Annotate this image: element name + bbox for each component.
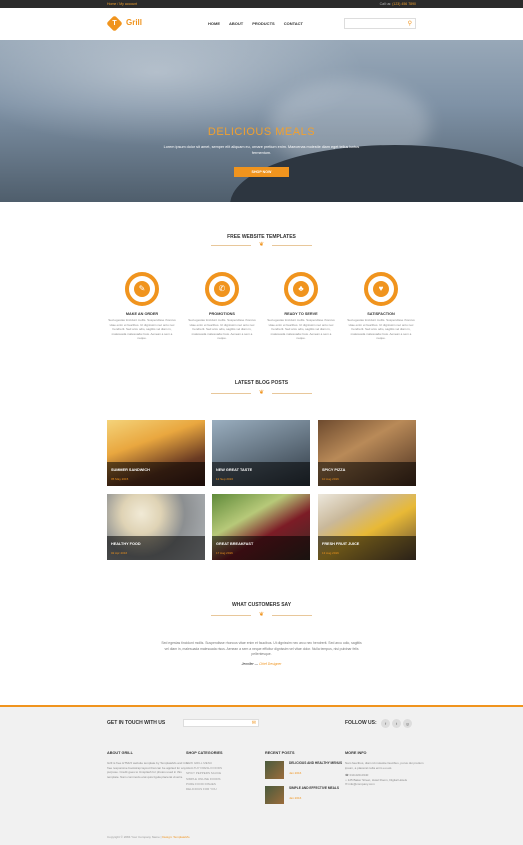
google-plus-icon[interactable]: g <box>403 719 412 728</box>
post-date: 10 Aug 2016 <box>322 477 339 481</box>
feature-satisfaction: ♥ SATISFACTION Sed egestas tincidunt mol… <box>346 272 416 341</box>
footer-about: ABOUT GRILL Grill is free HTML5 website … <box>107 751 189 779</box>
megaphone-icon: ✆ <box>205 272 239 306</box>
post-date: 12 Sep 2016 <box>216 477 234 481</box>
post-title[interactable]: SUMMER SANDWICH <box>111 468 150 472</box>
site-header: T Grill HOME ABOUT PRODUCTS CONTACT ⚲ <box>0 8 523 40</box>
email-line[interactable]: ✉ info@company.com <box>345 782 427 787</box>
recent-post-title[interactable]: SIMPLE AND EFFECTIVE MEALS <box>289 786 339 790</box>
post-title[interactable]: NEW GREAT TASTE <box>216 468 252 472</box>
recent-post-title[interactable]: DELICIOUS AND HEALTHY MENUS <box>289 761 342 765</box>
blog-post-tile[interactable]: NEW GREAT TASTE 12 Sep 2016 <box>212 420 310 486</box>
ornament-divider: ❦ <box>211 242 312 248</box>
testimonial-author: Jennifer — Chief Designer <box>241 661 282 666</box>
recent-post-date: Jan 2016 <box>289 771 302 775</box>
ornament-divider: ❦ <box>211 390 312 396</box>
post-title[interactable]: GREAT BREAKFAST <box>216 542 253 546</box>
site-footer: GET IN TOUCH WITH US ✉ FOLLOW US: f t g … <box>0 705 523 845</box>
feature-title: SATISFACTION <box>367 312 395 316</box>
testimonials-title: WHAT CUSTOMERS SAY <box>231 602 292 608</box>
location-icon: ⌂ <box>345 777 347 782</box>
post-date: 17 Aug 2016 <box>216 551 233 555</box>
phone-icon: ☎ <box>345 773 349 778</box>
nav-contact[interactable]: CONTACT <box>284 21 303 26</box>
recent-post[interactable]: SIMPLE AND EFFECTIVE MEALS Jan 2016 <box>265 786 347 808</box>
post-title[interactable]: HEALTHY FOOD <box>111 542 141 546</box>
post-date: 05 May 2015 <box>111 477 129 481</box>
about-text: Grill is free HTML5 website template by … <box>107 761 188 779</box>
top-bar: Home / My account Call us: (123) 456 789… <box>0 0 523 8</box>
nav-about[interactable]: ABOUT <box>229 21 243 26</box>
brand-name: Grill <box>126 18 143 27</box>
blog-post-tile[interactable]: GREAT BREAKFAST 17 Aug 2016 <box>212 494 310 560</box>
category-link[interactable]: DELICIOUS FOR YOU <box>186 787 268 792</box>
feature-promotions: ✆ PROMOTIONS Sed egestas tincidunt molli… <box>187 272 257 341</box>
feature-title: READY TO SERVE <box>284 312 318 316</box>
footer-more-info: MORE INFO Nam faucibus, diam id molestie… <box>345 751 427 787</box>
hero-banner: DELICIOUS MEALS Lorem ipsum dolor sit am… <box>0 40 523 202</box>
feature-text: Sed egestas tincidunt mollis. Suspendiss… <box>347 318 415 340</box>
feature-title: PROMOTIONS <box>209 312 235 316</box>
newsletter-input[interactable]: ✉ <box>183 719 259 727</box>
search-icon[interactable]: ⚲ <box>408 20 412 27</box>
shop-now-button[interactable]: SHOP NOW <box>234 167 289 177</box>
feature-title: MAKE AN ORDER <box>125 312 159 316</box>
blog-post-tile[interactable]: SUMMER SANDWICH 05 May 2015 <box>107 420 205 486</box>
features-title: FREE WEBSITE TEMPLATES <box>227 234 296 240</box>
footer-heading: SHOP CATEGORIES <box>186 751 223 755</box>
footer-recent-posts: RECENT POSTS DELICIOUS AND HEALTHY MENUS… <box>265 751 347 811</box>
facebook-icon[interactable]: f <box>381 719 390 728</box>
post-title[interactable]: FRESH FRUIT JUICE <box>322 542 359 546</box>
copyright: Copyright © 2084 Your Company Name | Des… <box>107 835 190 839</box>
post-thumbnail[interactable] <box>265 761 284 779</box>
follow-us-label: FOLLOW US: <box>345 720 377 726</box>
ornament-icon: ❦ <box>258 390 265 396</box>
nav-products[interactable]: PRODUCTS <box>252 21 274 26</box>
breadcrumb[interactable]: Home / My account <box>107 2 137 6</box>
ornament-icon: ❦ <box>258 242 265 248</box>
footer-categories: SHOP CATEGORIES NEW GRILL MENU HEALTHY F… <box>186 751 268 792</box>
more-info-text: Nam faucibus, diam id molestie faucibus,… <box>345 761 424 770</box>
heart-icon: ♥ <box>364 272 398 306</box>
get-in-touch-label: GET IN TOUCH WITH US <box>107 720 166 726</box>
main-nav: HOME ABOUT PRODUCTS CONTACT <box>208 21 303 26</box>
logo-letter: T <box>112 20 117 27</box>
testimonial-quote: Sed egestas tincidunt mollis. Suspendiss… <box>161 641 362 656</box>
blog-post-tile[interactable]: FRESH FRUIT JUICE 13 Aug 2016 <box>318 494 416 560</box>
blog-post-tile[interactable]: SPICY PIZZA 10 Aug 2016 <box>318 420 416 486</box>
contact-phone: Call us: (123) 456 7890 <box>379 2 416 6</box>
send-icon[interactable]: ✉ <box>252 720 256 726</box>
feature-text: Sed egestas tincidunt mollis. Suspendiss… <box>108 318 176 340</box>
bell-icon: ♣ <box>284 272 318 306</box>
hero-text: Lorem ipsum dolor sit amet, semper elit … <box>163 145 360 155</box>
ornament-divider: ❦ <box>211 612 312 618</box>
pencil-icon: ✎ <box>125 272 159 306</box>
post-date: 02 Apr 2016 <box>111 551 128 555</box>
feature-ready-to-serve: ♣ READY TO SERVE Sed egestas tincidunt m… <box>266 272 336 341</box>
feature-text: Sed egestas tincidunt mollis. Suspendiss… <box>188 318 256 340</box>
blog-title: LATEST BLOG POSTS <box>234 380 289 386</box>
footer-heading: RECENT POSTS <box>265 751 295 755</box>
ornament-icon: ❦ <box>258 612 265 618</box>
footer-heading: MORE INFO <box>345 751 367 755</box>
twitter-icon[interactable]: t <box>392 719 401 728</box>
feature-text: Sed egestas tincidunt mollis. Suspendiss… <box>267 318 335 340</box>
post-title[interactable]: SPICY PIZZA <box>322 468 345 472</box>
feature-make-order: ✎ MAKE AN ORDER Sed egestas tincidunt mo… <box>107 272 177 341</box>
post-date: 13 Aug 2016 <box>322 551 339 555</box>
post-thumbnail[interactable] <box>265 786 284 804</box>
nav-home[interactable]: HOME <box>208 21 220 26</box>
hero-title: DELICIOUS MEALS <box>207 126 316 138</box>
recent-post[interactable]: DELICIOUS AND HEALTHY MENUS Jan 2016 <box>265 761 347 783</box>
blog-post-tile[interactable]: HEALTHY FOOD 02 Apr 2016 <box>107 494 205 560</box>
testimonial: Sed egestas tincidunt mollis. Suspendiss… <box>160 641 363 667</box>
footer-heading: ABOUT GRILL <box>107 751 133 755</box>
recent-post-date: Jan 2016 <box>289 796 302 800</box>
search-input[interactable]: ⚲ <box>344 18 416 29</box>
